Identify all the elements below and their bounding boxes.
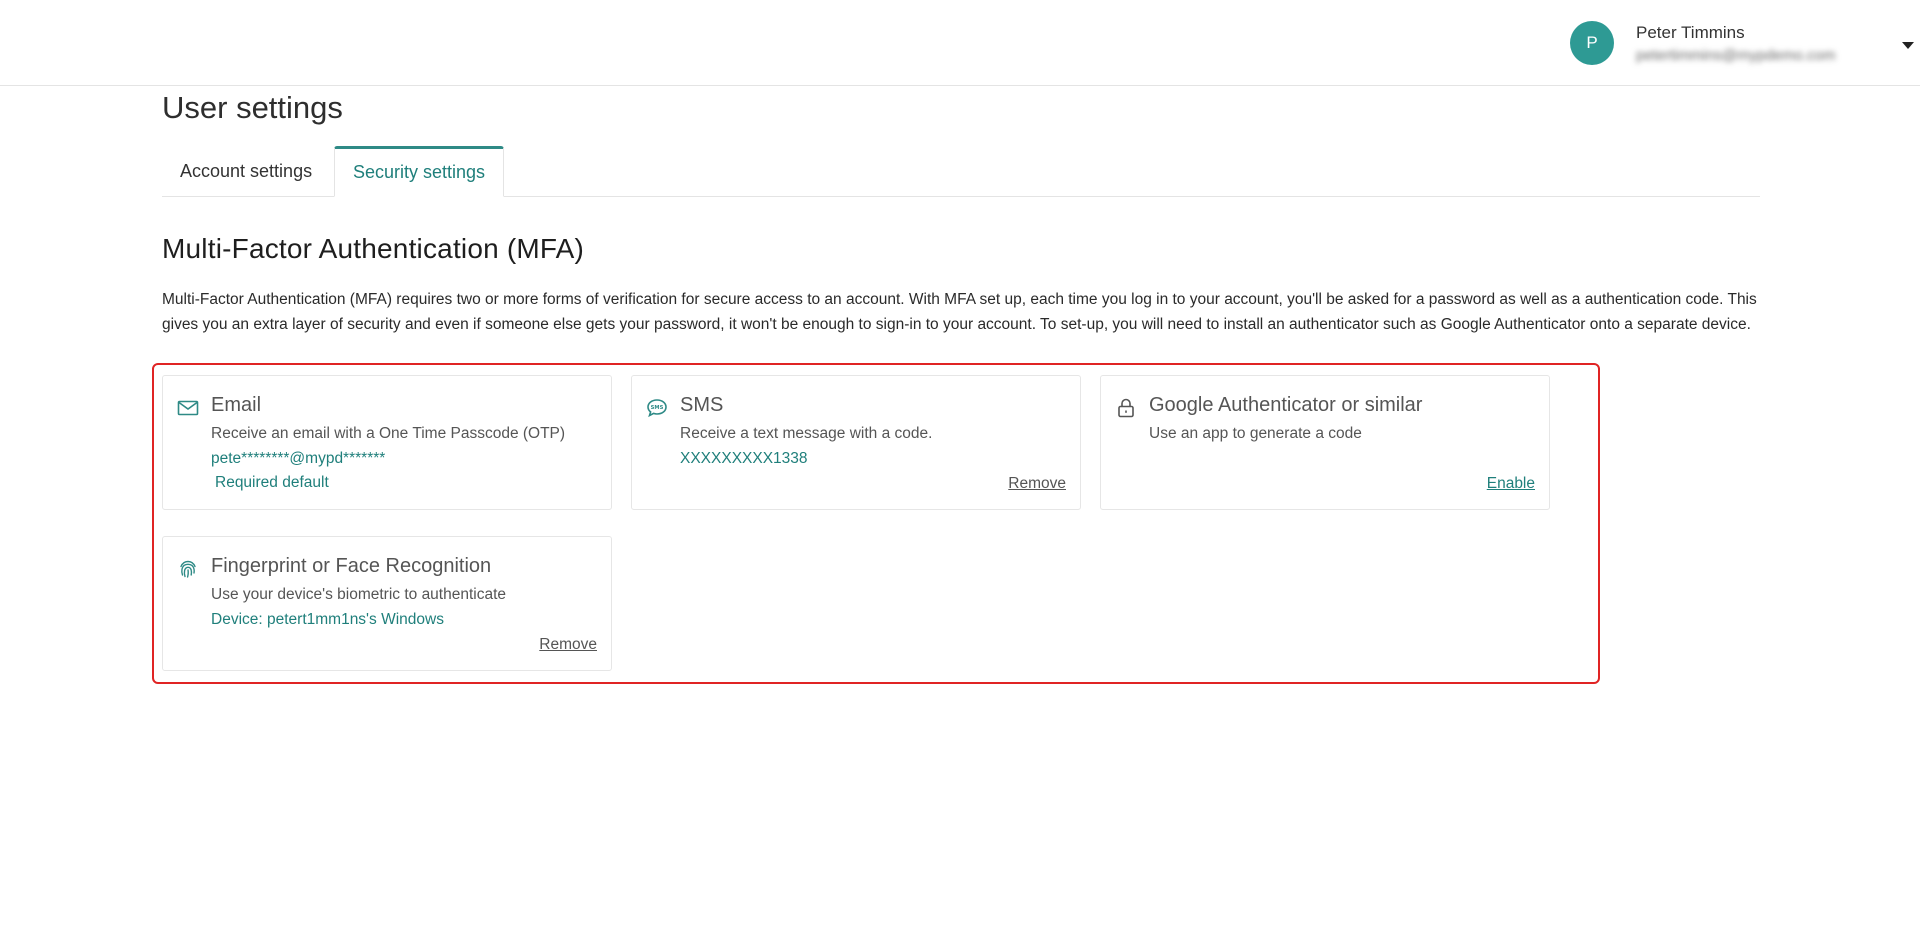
tab-account-settings[interactable]: Account settings [162,146,330,197]
user-menu[interactable]: P Peter Timmins petertimmins@mypdemo.com [1540,0,1920,86]
caret-down-icon[interactable] [1902,42,1914,49]
tab-security-settings[interactable]: Security settings [334,146,505,197]
sms-icon: SMS [645,396,669,420]
settings-tabs: Account settings Security settings [162,146,1760,197]
mfa-card-biometric: Fingerprint or Face Recognition Use your… [162,536,612,671]
avatar[interactable]: P [1570,21,1614,65]
envelope-icon [176,396,200,420]
mfa-card-email: Email Receive an email with a One Time P… [162,375,612,510]
device-name: Device: petert1mm1ns's Windows [211,611,444,628]
card-title: SMS [680,394,724,416]
svg-text:SMS: SMS [651,405,664,411]
user-email: petertimmins@mypdemo.com [1636,47,1836,64]
card-description: Receive a text message with a code. [680,425,933,442]
card-description: Use your device's biometric to authentic… [211,586,507,603]
card-description: Receive an email with a One Time Passcod… [211,425,566,442]
user-name: Peter Timmins [1636,23,1745,42]
mfa-card-sms: SMS SMS Receive a text message with a co… [631,375,1081,510]
enable-authenticator-button[interactable]: Enable [1487,475,1535,493]
card-title: Fingerprint or Face Recognition [211,555,492,577]
lock-icon [1114,396,1138,420]
remove-sms-button[interactable]: Remove [1008,475,1066,493]
card-description: Use an app to generate a code [1149,425,1362,442]
mfa-card-authenticator: Google Authenticator or similar Use an a… [1100,375,1550,510]
masked-email: pete********@mypd******* [211,450,386,467]
page-title: User settings [162,90,343,125]
top-bar: P Peter Timmins petertimmins@mypdemo.com [0,0,1920,86]
card-title: Email [211,394,262,416]
mfa-description: Multi-Factor Authentication (MFA) requir… [162,291,1757,333]
required-default-badge: Required default [215,474,329,491]
mfa-heading: Multi-Factor Authentication (MFA) [162,233,585,264]
fingerprint-icon [176,557,200,581]
remove-biometric-button[interactable]: Remove [539,636,597,654]
card-title: Google Authenticator or similar [1149,394,1423,416]
masked-phone: XXXXXXXXX1338 [680,450,808,467]
